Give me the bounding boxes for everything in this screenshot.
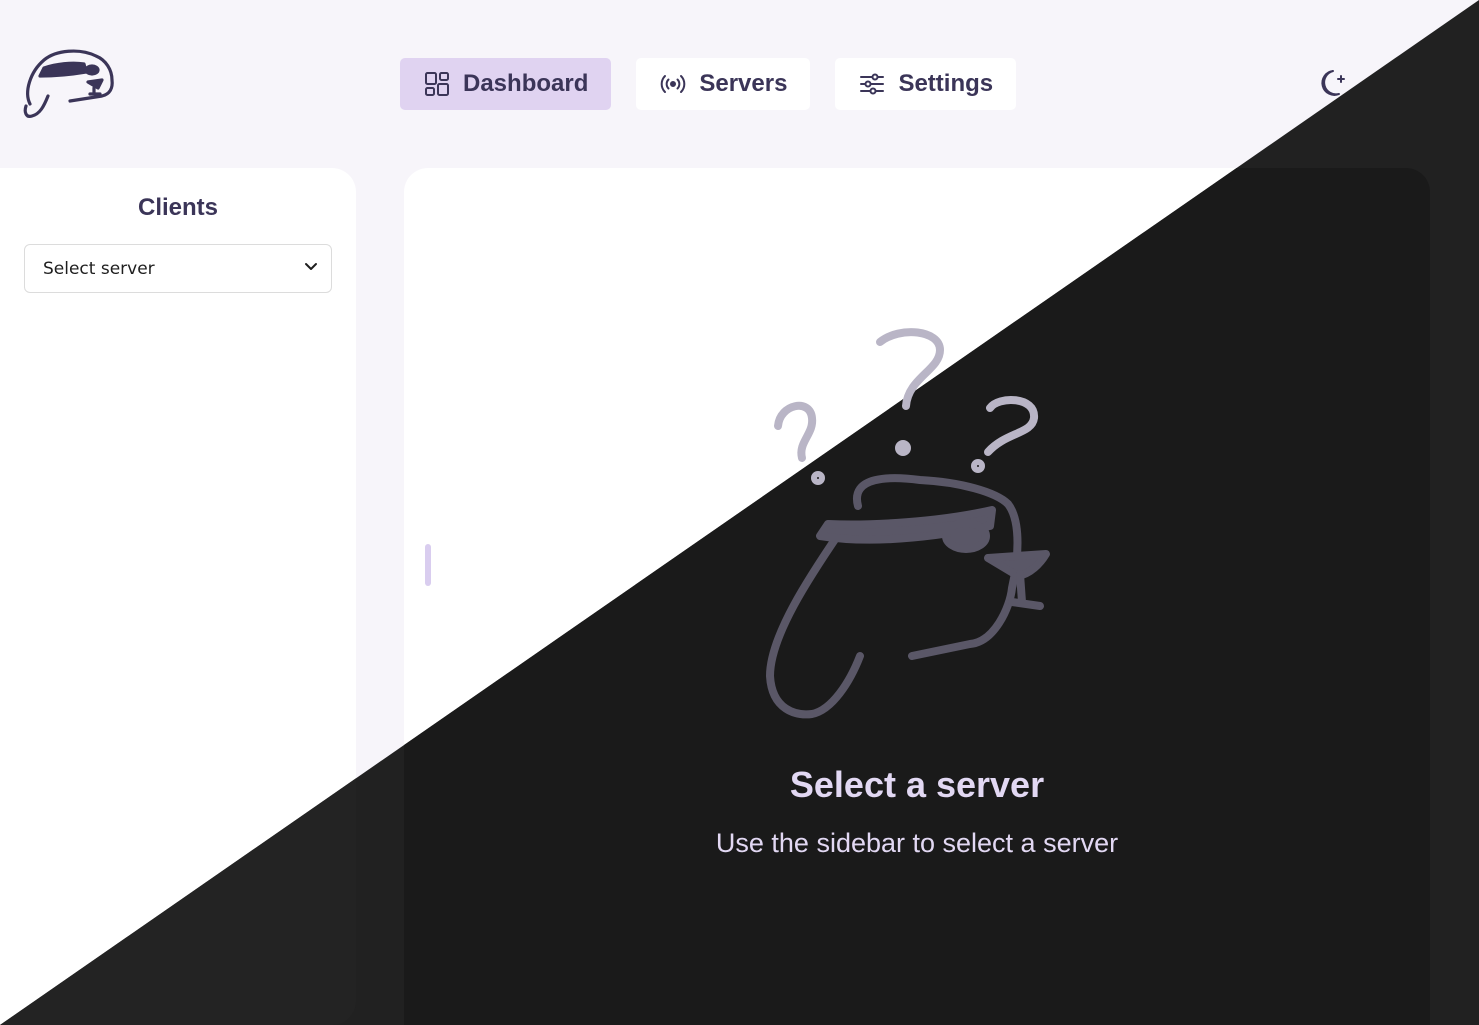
bell-icon[interactable] xyxy=(1367,66,1399,100)
dashboard-icon xyxy=(423,70,451,98)
nav-servers-label: Servers xyxy=(699,70,788,97)
empty-state-title: Select a server xyxy=(789,764,1045,805)
sidebar-title: Clients xyxy=(137,194,218,221)
nav-settings-button[interactable]: Settings xyxy=(835,58,1017,110)
app-root: Dashboard Servers Settings Clients Selec… xyxy=(0,0,1479,1025)
header-icons xyxy=(1317,66,1449,100)
help-icon[interactable] xyxy=(1417,66,1449,100)
sliders-icon xyxy=(858,70,886,98)
nav-settings-label: Settings xyxy=(898,70,994,97)
seal-logo-icon[interactable] xyxy=(22,46,116,120)
clients-sidebar: Clients Select server xyxy=(0,168,356,1025)
chevron-down-icon xyxy=(303,258,319,279)
nav-dashboard-label: Dashboard xyxy=(463,70,589,97)
nav-servers-button[interactable]: Servers xyxy=(636,58,811,110)
confused-seal-illustration xyxy=(750,326,1090,726)
empty-state-subtitle: Use the sidebar to select a server xyxy=(715,828,1119,858)
main-nav: Dashboard Servers Settings xyxy=(400,58,1017,110)
server-select[interactable]: Select server xyxy=(24,244,332,293)
server-select-value: Select server xyxy=(43,258,155,279)
theme-toggle-moon-icon[interactable] xyxy=(1317,66,1349,100)
broadcast-icon xyxy=(659,70,687,98)
nav-dashboard-button[interactable]: Dashboard xyxy=(400,58,612,110)
scroll-handle[interactable] xyxy=(425,544,431,586)
